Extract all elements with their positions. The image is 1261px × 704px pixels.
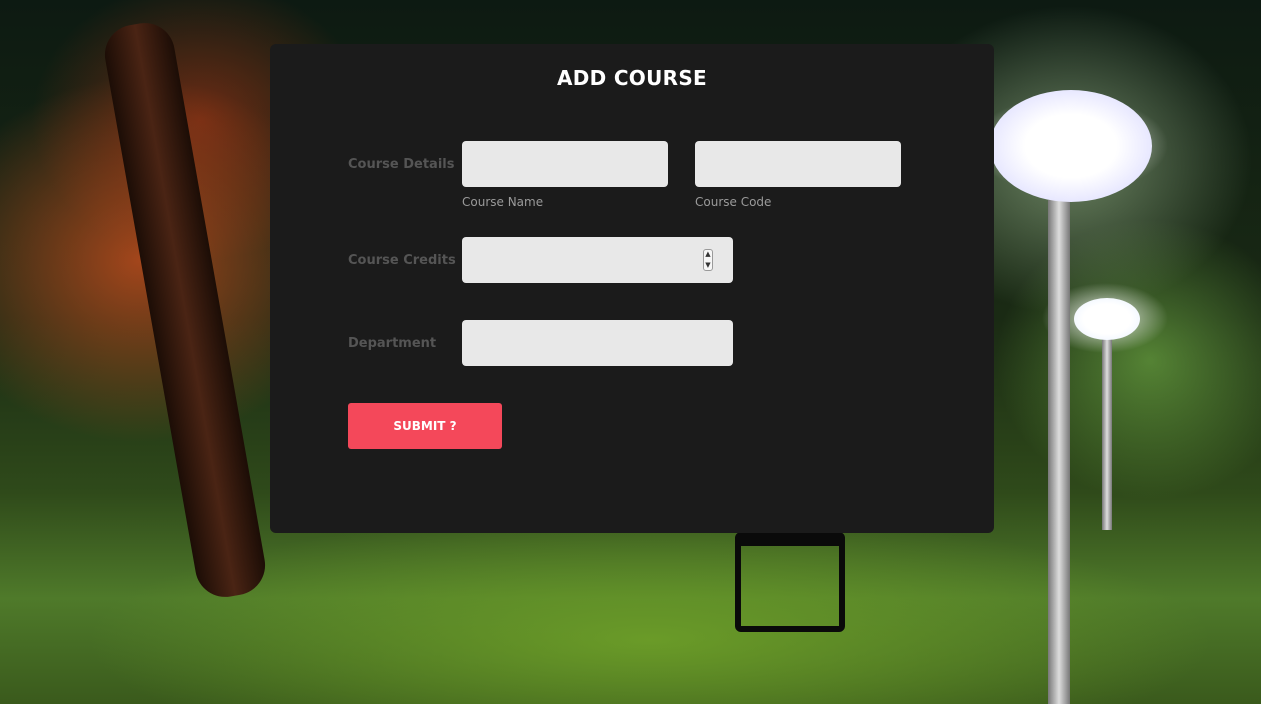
course-name-caption: Course Name bbox=[462, 195, 544, 209]
form-title: ADD COURSE bbox=[556, 66, 708, 90]
lamp-post bbox=[1048, 200, 1070, 704]
park-bench bbox=[735, 532, 845, 632]
course-credits-label: Course Credits bbox=[348, 253, 456, 268]
street-lamp-distant bbox=[1074, 298, 1140, 340]
spinner-up-icon[interactable]: ▲ bbox=[705, 250, 710, 259]
course-code-input[interactable] bbox=[695, 141, 901, 187]
course-credits-number-input[interactable]: ▲ ▼ bbox=[462, 237, 733, 283]
up-down-arrows-icon[interactable]: ▲ ▼ bbox=[703, 249, 713, 271]
course-name-input[interactable] bbox=[462, 141, 668, 187]
add-course-form: ADD COURSE Course Details Course Name Co… bbox=[270, 44, 994, 533]
department-label: Department bbox=[348, 336, 437, 351]
course-details-label: Course Details bbox=[348, 157, 455, 172]
department-input[interactable] bbox=[462, 320, 733, 366]
spinner-down-icon[interactable]: ▼ bbox=[705, 261, 710, 270]
course-code-caption: Course Code bbox=[695, 195, 772, 209]
submit-button[interactable]: SUBMIT ? bbox=[348, 403, 502, 449]
page: ADD COURSE Course Details Course Name Co… bbox=[0, 0, 1261, 704]
street-lamp bbox=[990, 90, 1152, 202]
lamp-post-distant bbox=[1102, 330, 1112, 530]
